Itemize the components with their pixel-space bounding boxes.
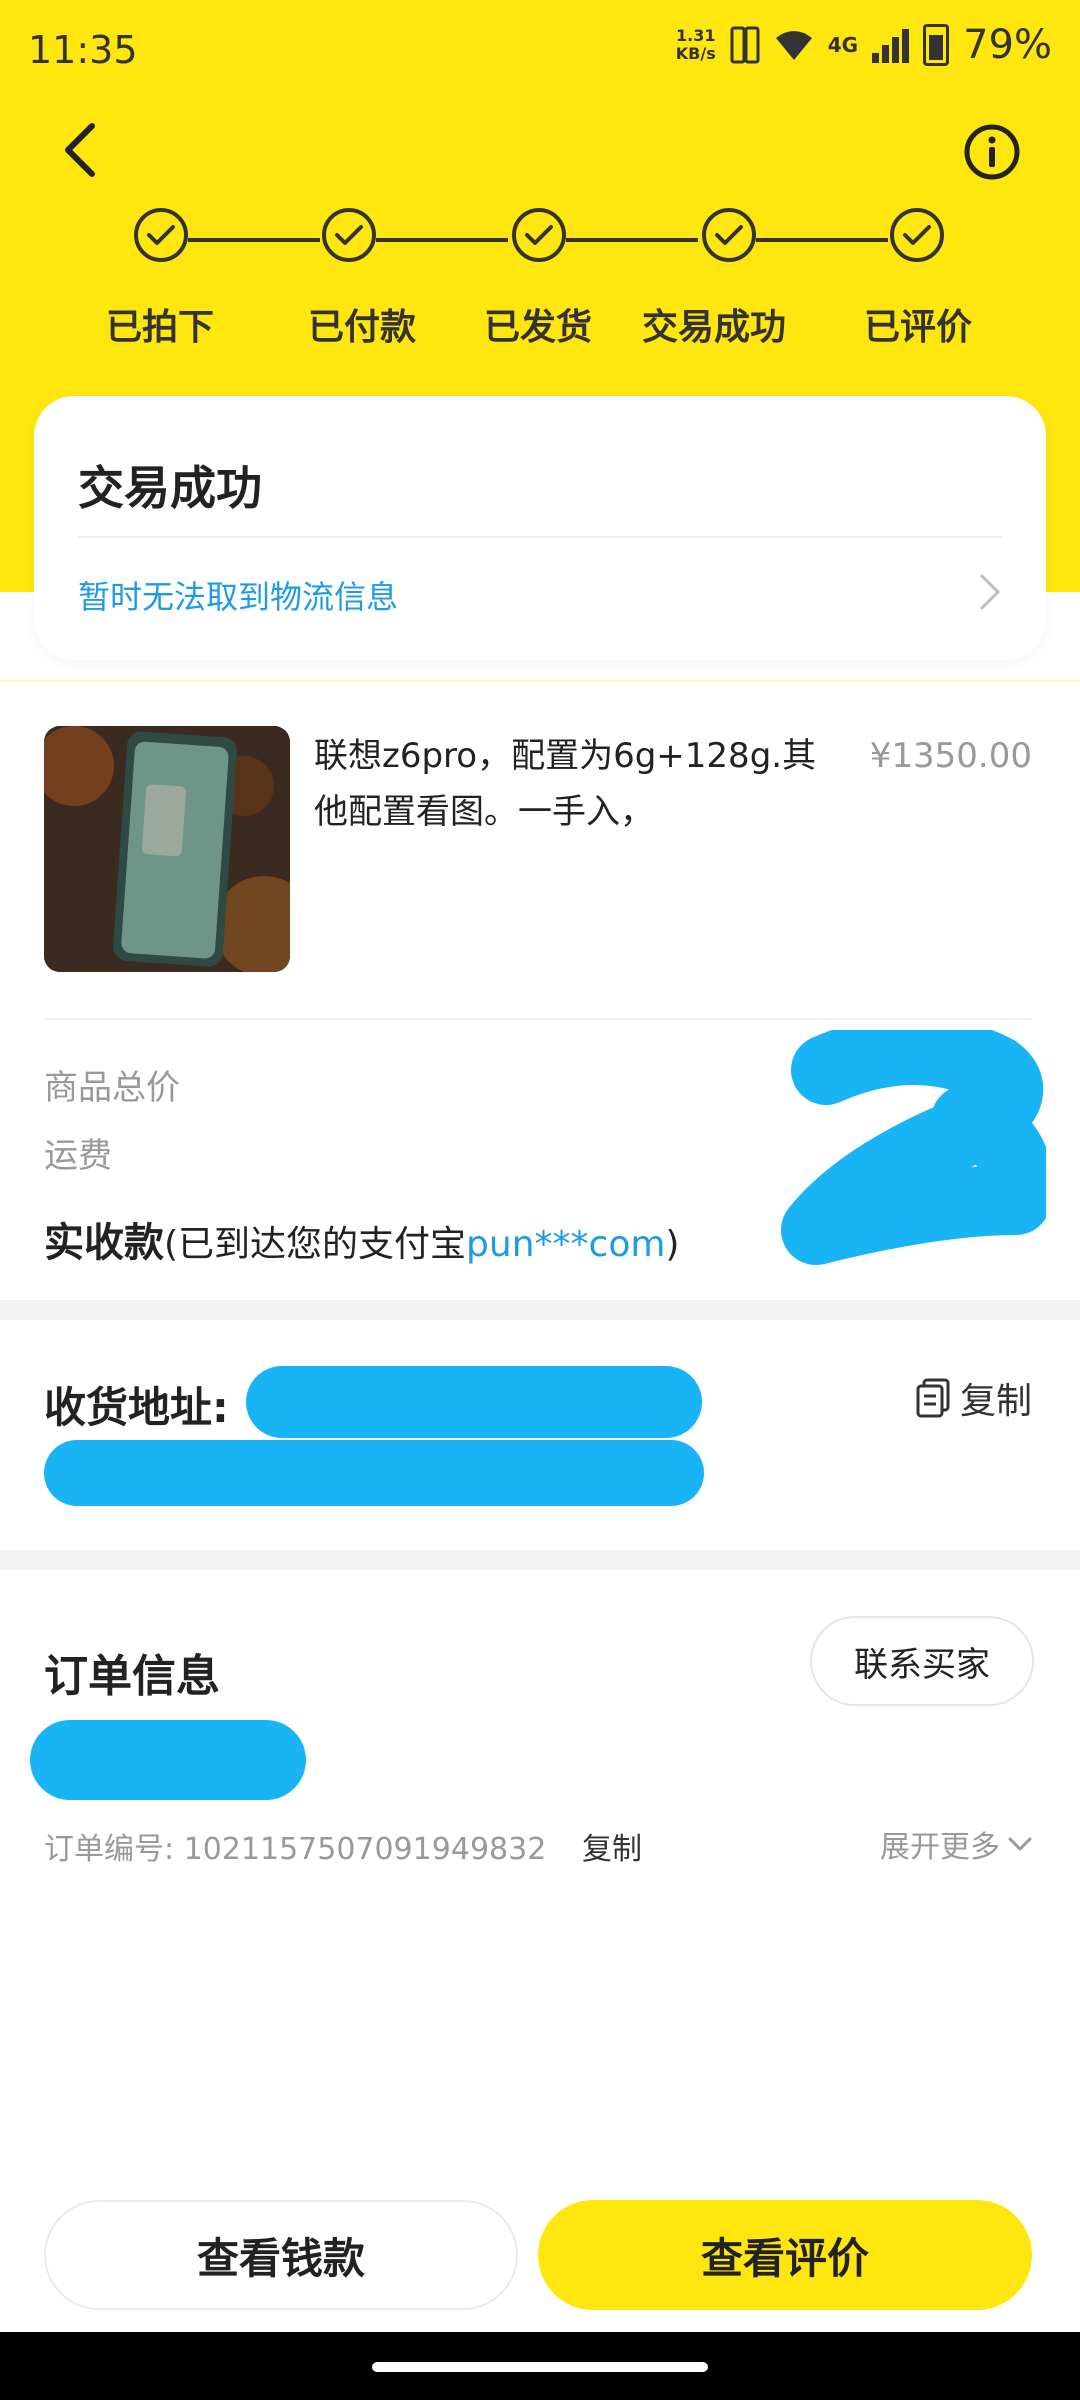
order-status-title: 交易成功 bbox=[78, 461, 262, 515]
check-circle-icon bbox=[512, 208, 566, 262]
expand-more-label: 展开更多 bbox=[880, 1830, 1000, 1865]
address-label: 收货地址: bbox=[44, 1383, 229, 1432]
back-button[interactable] bbox=[40, 110, 120, 190]
check-circle-icon bbox=[890, 208, 944, 262]
logistics-link[interactable]: 暂时无法取到物流信息 bbox=[78, 572, 398, 618]
total-price-label: 商品总价 bbox=[44, 1068, 180, 1108]
step-label: 已评价 bbox=[863, 307, 972, 348]
progress-steps: 已拍下 已付款 已发货 交易成功 已评价 bbox=[0, 200, 1080, 360]
chevron-left-icon bbox=[65, 123, 95, 177]
home-indicator[interactable] bbox=[372, 2362, 708, 2372]
copy-order-number-button[interactable]: 复制 bbox=[582, 1824, 642, 1868]
step-label: 已拍下 bbox=[105, 307, 214, 348]
order-status-card: 交易成功 暂时无法取到物流信息 bbox=[34, 396, 1046, 660]
product-price: ¥1350.00 bbox=[869, 736, 1032, 776]
alipay-account: pun***com bbox=[466, 1224, 666, 1265]
step-connector bbox=[376, 238, 508, 242]
product-title[interactable]: 联想z6pro，配置为6g+128g.其他配置看图。一手入， bbox=[314, 728, 834, 840]
step-label: 已发货 bbox=[483, 307, 592, 348]
received-label: 实收款 bbox=[44, 1220, 164, 1266]
copy-icon bbox=[916, 1378, 950, 1418]
step-label: 交易成功 bbox=[641, 307, 786, 348]
section-gap bbox=[0, 1300, 1080, 1320]
net-speed: 1.31 KB/s bbox=[675, 26, 716, 63]
divider bbox=[78, 536, 1002, 538]
redaction-mark bbox=[44, 1440, 704, 1506]
received-close: ) bbox=[665, 1224, 680, 1265]
redaction-mark bbox=[246, 1366, 702, 1438]
section-gap bbox=[0, 1550, 1080, 1570]
shipping-label: 运费 bbox=[44, 1136, 112, 1176]
divider bbox=[0, 680, 1080, 682]
system-nav-bar bbox=[0, 2332, 1080, 2400]
copy-address-button[interactable]: 复制 bbox=[916, 1372, 1032, 1424]
order-number: 订单编号: 1021157507091949832 bbox=[44, 1832, 547, 1867]
redaction-scribble bbox=[781, 1030, 1046, 1265]
info-circle-icon bbox=[964, 124, 1020, 180]
received-note: (已到达您的支付宝 bbox=[164, 1224, 467, 1265]
view-money-button[interactable]: 查看钱款 bbox=[44, 2200, 518, 2310]
step-connector bbox=[566, 238, 698, 242]
status-time: 11:35 bbox=[28, 28, 138, 72]
chevron-down-icon bbox=[1008, 1837, 1032, 1851]
redaction-mark bbox=[30, 1720, 306, 1800]
sim-icon bbox=[730, 26, 760, 64]
step-connector bbox=[188, 238, 320, 242]
network-type: 4G bbox=[827, 33, 859, 57]
view-review-button[interactable]: 查看评价 bbox=[538, 2200, 1032, 2310]
expand-more-button[interactable]: 展开更多 bbox=[880, 1822, 1032, 1866]
status-bar: 11:35 1.31 KB/s 4G 79% bbox=[0, 0, 1080, 100]
check-circle-icon bbox=[134, 208, 188, 262]
step-label: 已付款 bbox=[307, 307, 416, 348]
received-amount-line: 实收款(已到达您的支付宝pun***com) bbox=[44, 1210, 679, 1268]
info-button[interactable] bbox=[952, 112, 1032, 192]
divider bbox=[44, 1018, 1032, 1020]
step-connector bbox=[756, 238, 888, 242]
contact-buyer-button[interactable]: 联系买家 bbox=[810, 1616, 1034, 1706]
check-circle-icon bbox=[322, 208, 376, 262]
battery-percent: 79% bbox=[963, 22, 1052, 68]
order-info-title: 订单信息 bbox=[44, 1651, 220, 1702]
chevron-right-icon[interactable] bbox=[978, 572, 1002, 616]
battery-icon bbox=[923, 24, 950, 66]
product-thumbnail[interactable] bbox=[44, 726, 290, 972]
status-icons: 1.31 KB/s 4G 79% bbox=[676, 22, 1052, 68]
wifi-icon bbox=[775, 31, 812, 60]
copy-label: 复制 bbox=[959, 1381, 1032, 1422]
signal-icon bbox=[872, 27, 910, 63]
check-circle-icon bbox=[702, 208, 756, 262]
